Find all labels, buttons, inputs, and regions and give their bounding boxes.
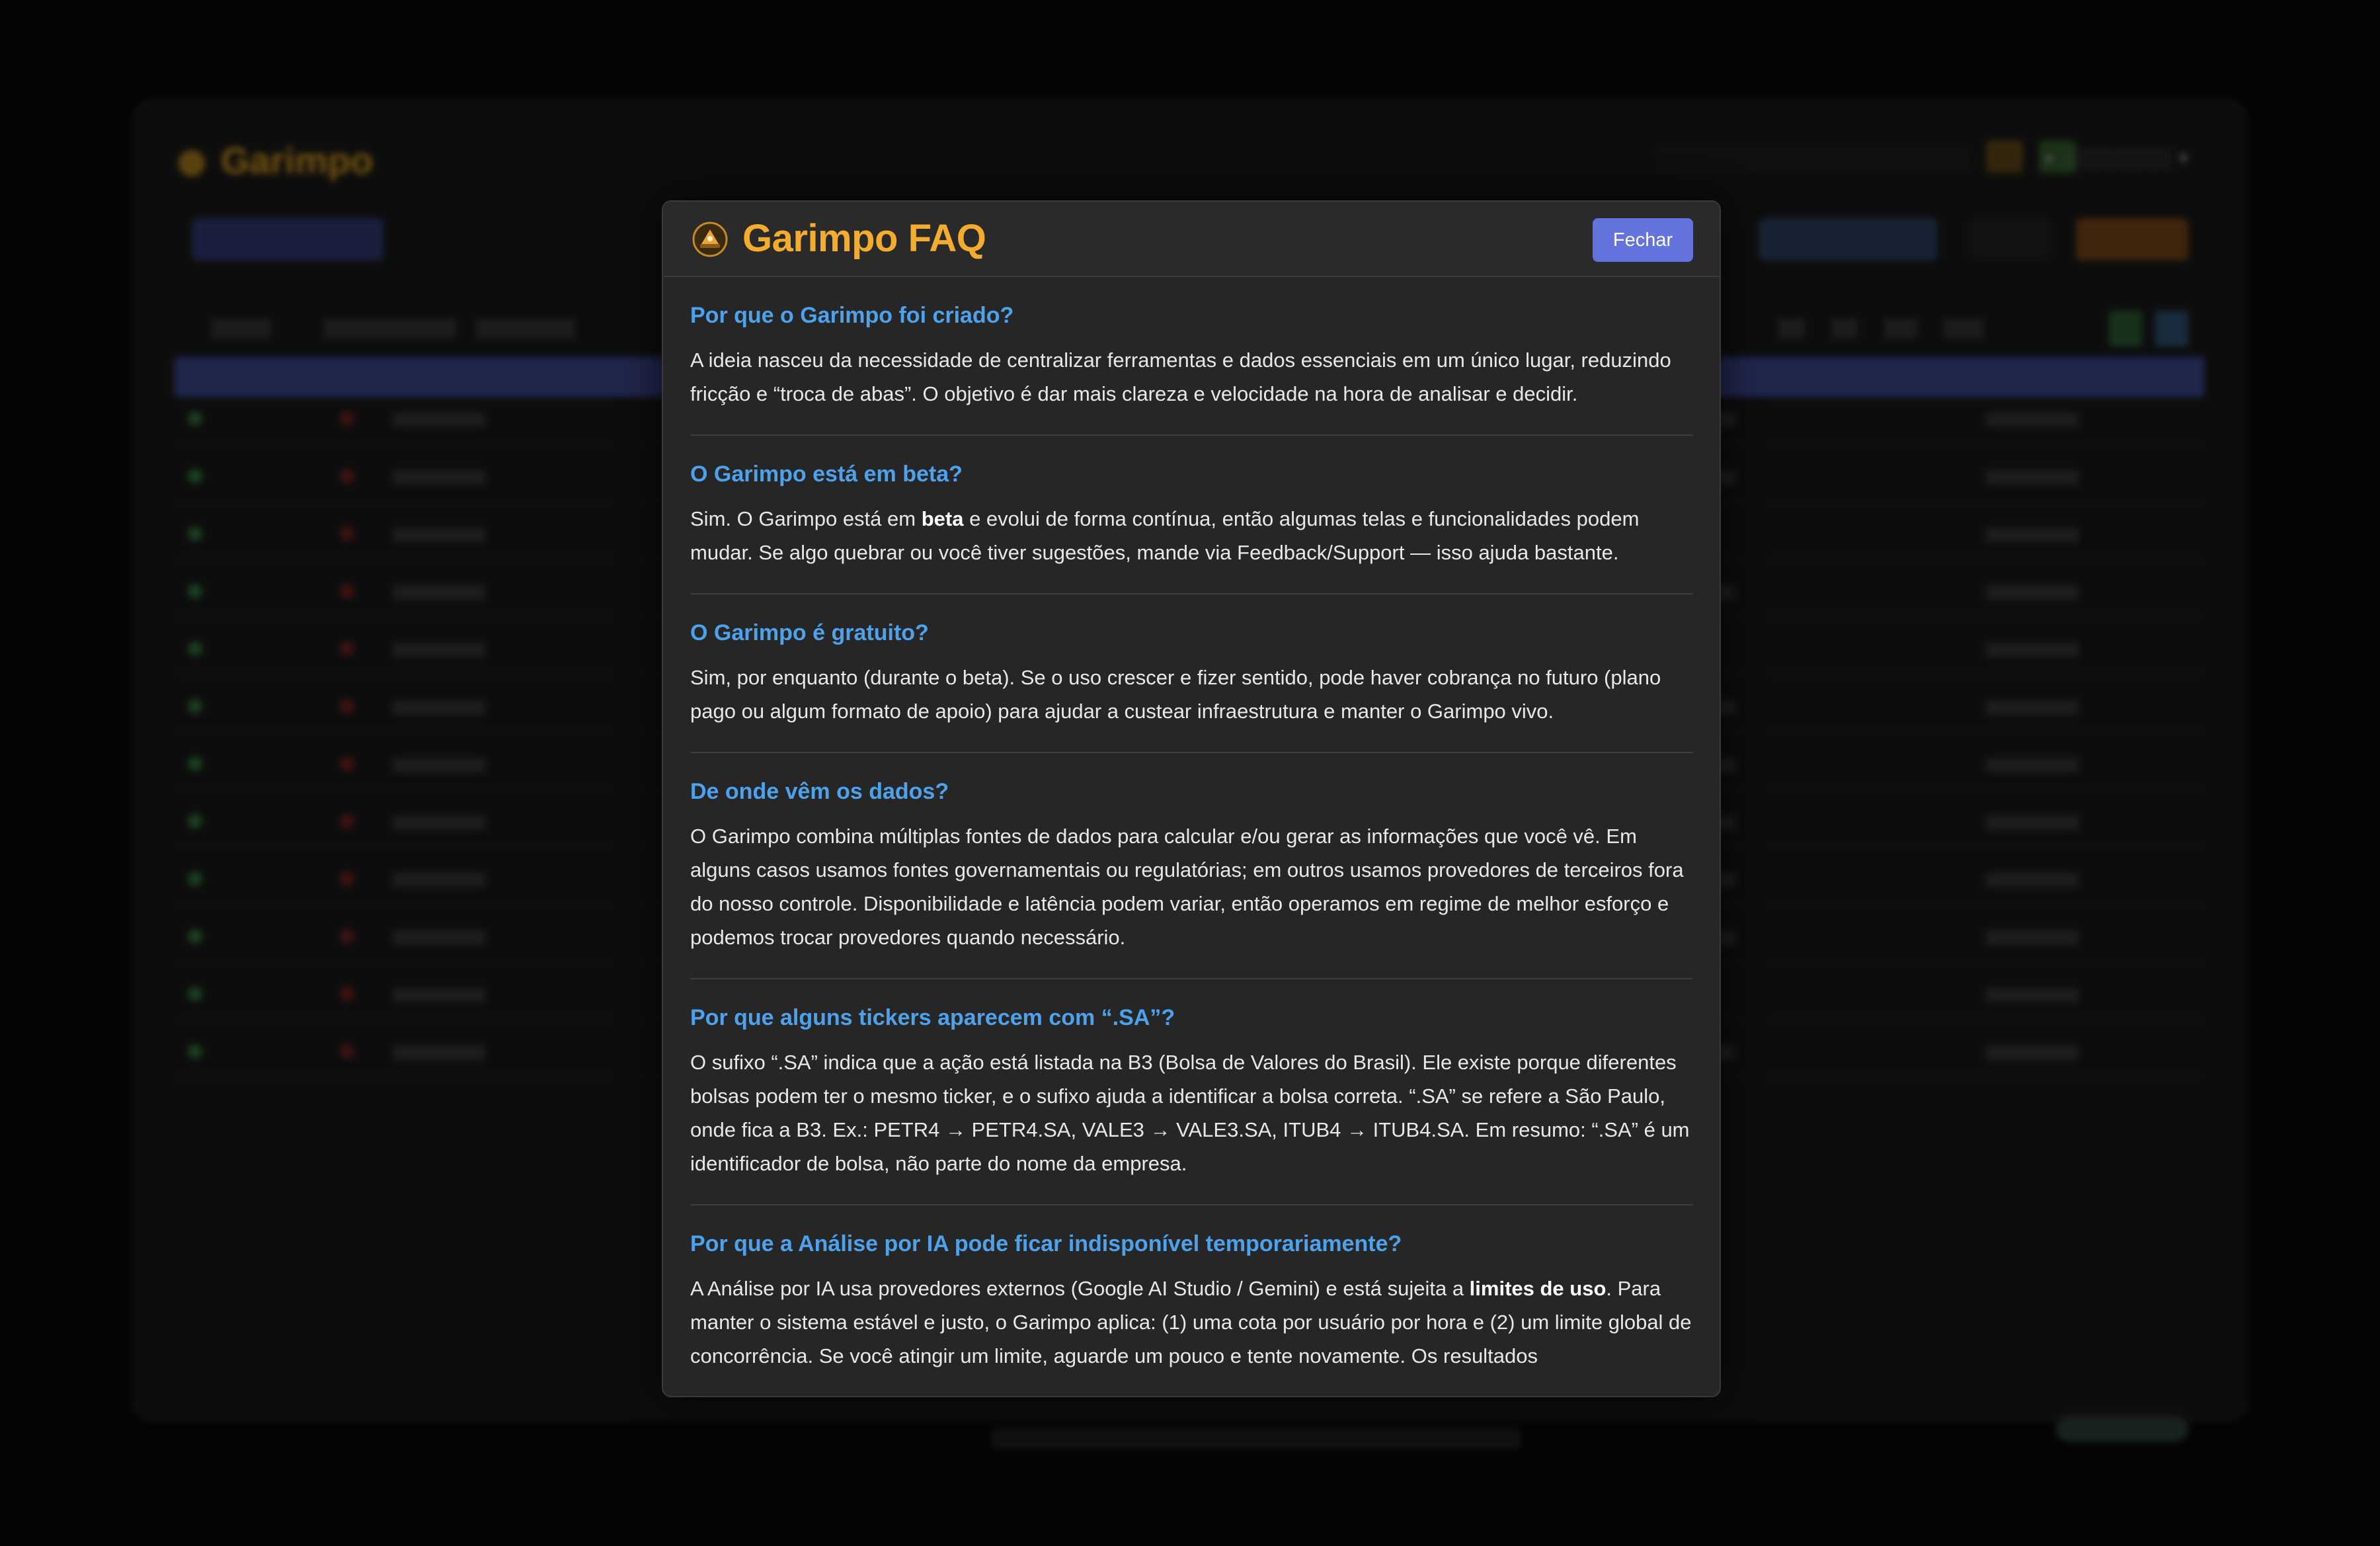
faq-answer: O Garimpo combina múltiplas fontes de da… <box>690 825 1684 949</box>
status-dot <box>340 872 354 886</box>
table-cell <box>1986 585 2079 600</box>
table-cell <box>393 758 485 772</box>
table-cell <box>1986 470 2079 485</box>
table-cell <box>393 470 485 485</box>
modal-title: Garimpo FAQ <box>742 217 986 260</box>
status-dot <box>188 584 202 598</box>
faq-item: O Garimpo é gratuito? Sim, por enquanto … <box>690 594 1693 753</box>
table-cell <box>393 815 485 830</box>
status-dot <box>188 526 202 541</box>
faq-answer: A ideia nasceu da necessidade de central… <box>690 348 1671 405</box>
table-cell <box>393 585 485 600</box>
app-title-text: Garimpo <box>221 140 374 181</box>
app-tab <box>212 319 271 339</box>
status-dot <box>340 756 354 771</box>
floating-pill <box>2056 1416 2188 1442</box>
modal-header: Garimpo FAQ Fechar <box>663 202 1720 277</box>
app-tab <box>2109 311 2142 346</box>
garimpo-logo-icon <box>692 222 728 257</box>
app-tab <box>324 319 456 339</box>
table-cell <box>1986 758 2079 772</box>
status-dot <box>340 641 354 656</box>
status-dot <box>188 987 202 1001</box>
table-cell <box>393 528 485 542</box>
faq-answer: O sufixo “.SA” indica que a ação está li… <box>690 1051 1690 1175</box>
status-dot <box>340 987 354 1001</box>
modal-body[interactable]: Por que o Garimpo foi criado? A ideia na… <box>663 277 1720 1396</box>
faq-question: O Garimpo é gratuito? <box>690 620 929 645</box>
status-dot <box>188 756 202 771</box>
status-dot <box>188 814 202 829</box>
table-cell <box>393 988 485 1002</box>
table-cell <box>1986 528 2079 542</box>
faq-item: Por que alguns tickers aparecem com “.SA… <box>690 979 1693 1205</box>
status-dot <box>188 1044 202 1059</box>
table-cell <box>1986 930 2079 945</box>
status-dot <box>188 469 202 483</box>
user-menu: ● ░░░░░░░░ ▾ <box>2043 147 2188 169</box>
table-cell <box>1986 1045 2079 1060</box>
table-cell <box>393 643 485 657</box>
faq-item: De onde vêm os dados? O Garimpo combina … <box>690 753 1693 979</box>
faq-item: Por que o Garimpo foi criado? A ideia na… <box>690 277 1693 436</box>
table-cell <box>1986 643 2079 657</box>
status-dot <box>188 699 202 713</box>
toolbar-button <box>1759 218 1937 261</box>
app-tab <box>1778 319 1805 339</box>
toolbar-button <box>192 218 383 261</box>
faq-answer: A Análise por IA usa provedores externos… <box>690 1272 1693 1373</box>
table-cell <box>1986 815 2079 830</box>
status-dot <box>188 411 202 426</box>
status-dot <box>188 872 202 886</box>
status-dot <box>340 526 354 541</box>
app-tab <box>476 319 575 339</box>
table-cell <box>393 413 485 427</box>
app-updated-text: ░░░░░░░░░░░░░░░░░░░░░░░░ <box>1655 149 1970 169</box>
header-button <box>1986 140 2023 173</box>
faq-question: O Garimpo está em beta? <box>690 462 963 487</box>
faq-question: Por que a Análise por IA pode ficar indi… <box>690 1231 1402 1256</box>
table-cell <box>1986 700 2079 715</box>
faq-answer-emphasis: beta <box>921 507 964 530</box>
app-tab <box>2155 311 2188 346</box>
status-dot <box>340 814 354 829</box>
toolbar-button <box>2076 218 2188 261</box>
status-dot <box>340 411 354 426</box>
app-logo-icon <box>178 150 205 177</box>
app-tab <box>1884 319 1917 339</box>
faq-answer: Sim, por enquanto (durante o beta). Se o… <box>690 666 1661 723</box>
table-cell <box>393 1045 485 1060</box>
table-cell <box>1986 413 2079 427</box>
status-dot <box>340 699 354 713</box>
status-dot <box>340 584 354 598</box>
table-cell <box>1986 988 2079 1002</box>
app-tab <box>1944 319 1983 339</box>
status-dot <box>340 1044 354 1059</box>
table-cell <box>1986 873 2079 887</box>
status-dot <box>188 929 202 944</box>
close-button[interactable]: Fechar <box>1593 218 1693 262</box>
toolbar-button <box>1970 218 2049 261</box>
status-dot <box>340 929 354 944</box>
faq-modal: Garimpo FAQ Fechar Por que o Garimpo foi… <box>662 200 1721 1397</box>
faq-question: De onde vêm os dados? <box>690 779 949 804</box>
app-footer <box>992 1428 1521 1448</box>
status-dot <box>340 469 354 483</box>
faq-answer-text: A Análise por IA usa provedores externos… <box>690 1277 1470 1300</box>
faq-item: O Garimpo está em beta? Sim. O Garimpo e… <box>690 436 1693 594</box>
table-cell <box>393 700 485 715</box>
app-title: Garimpo <box>178 139 373 182</box>
app-tab <box>1831 319 1858 339</box>
status-dot <box>188 641 202 656</box>
faq-answer: Sim. O Garimpo está em beta e evolui de … <box>690 502 1693 569</box>
table-cell <box>393 930 485 945</box>
table-cell <box>393 873 485 887</box>
faq-answer-emphasis: limites de uso <box>1469 1277 1606 1300</box>
faq-item: Por que a Análise por IA pode ficar indi… <box>690 1205 1693 1396</box>
faq-question: Por que alguns tickers aparecem com “.SA… <box>690 1005 1175 1030</box>
faq-answer-text: Sim. O Garimpo está em <box>690 507 922 530</box>
faq-question: Por que o Garimpo foi criado? <box>690 303 1014 328</box>
